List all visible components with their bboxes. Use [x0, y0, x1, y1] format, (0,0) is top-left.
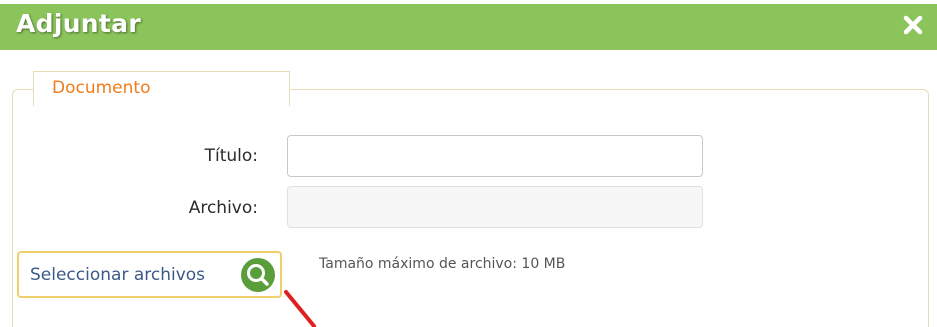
fieldset-legend: Documento [33, 71, 290, 106]
dialog-header: Adjuntar [0, 4, 937, 50]
legend-label: Documento [52, 78, 151, 98]
close-button[interactable] [901, 13, 925, 37]
select-files-label: Seleccionar archivos [30, 265, 206, 285]
file-input[interactable] [287, 186, 703, 228]
close-icon [903, 15, 923, 35]
title-input[interactable] [287, 135, 703, 177]
title-label: Título: [204, 146, 258, 166]
annotation-arrow-line [284, 290, 316, 327]
file-label: Archivo: [188, 198, 258, 218]
dialog-title: Adjuntar [16, 9, 141, 38]
select-files-button[interactable]: Seleccionar archivos [17, 251, 282, 298]
max-file-size-hint: Tamaño máximo de archivo: 10 MB [319, 256, 566, 272]
search-icon [241, 258, 275, 292]
